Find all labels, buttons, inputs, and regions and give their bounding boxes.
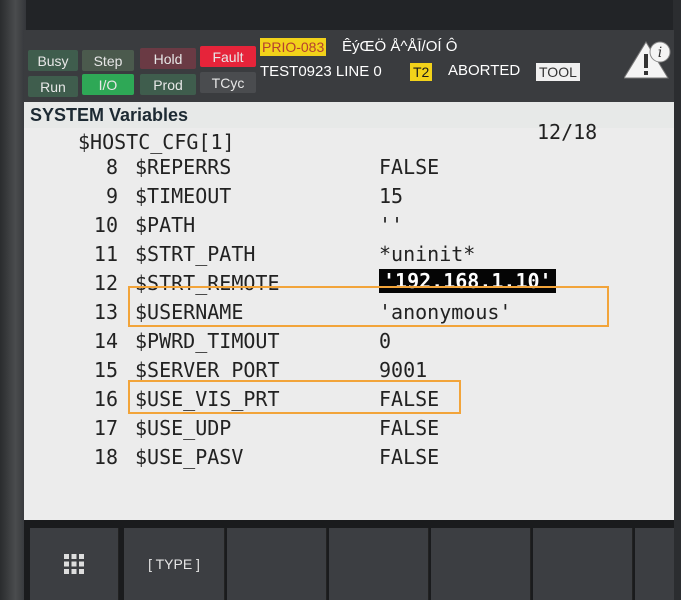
f3-button[interactable] [329,528,429,600]
variable-value[interactable]: FALSE [379,445,439,469]
highlight-box-strt-remote [128,286,609,327]
type-button[interactable]: [ TYPE ] [124,528,225,600]
variable-group-name: $HOSTC_CFG[1] [78,130,235,154]
f4-button[interactable] [431,528,531,600]
busy-indicator: Busy [28,50,78,71]
item-number: 11 [93,242,118,266]
step-indicator: Step [82,50,134,71]
tool-badge: TOOL [536,63,580,81]
page-indicator: 12/18 [537,120,598,144]
grid-icon [64,554,84,574]
highlight-box-server-port [128,380,461,414]
variable-list: $HOSTC_CFG[1] 12/18 8 $REPERRS FALSE 9 $… [24,120,674,520]
list-item[interactable]: 10 $PATH '' [24,210,674,239]
item-number: 15 [93,358,118,382]
fault-indicator: Fault [200,46,256,67]
garbled-status-text: ÊýŒÖ Å^ÅĪ/OÍ Ô [342,38,458,55]
program-state: ABORTED [448,62,521,79]
menu-grid-button[interactable] [30,528,119,600]
svg-text:i: i [658,45,662,61]
item-number: 13 [93,300,118,324]
warning-info-icon[interactable]: i [624,38,672,82]
item-number: 9 [105,184,118,208]
item-number: 14 [93,329,118,353]
list-item[interactable]: 17 $USE_UDP FALSE [24,413,674,442]
variable-value[interactable]: FALSE [379,416,439,440]
bezel-top [0,0,681,30]
item-number: 17 [93,416,118,440]
item-number: 12 [93,271,118,295]
variable-name: $TIMEOUT [135,184,232,208]
list-item[interactable]: 18 $USE_PASV FALSE [24,442,674,471]
list-item[interactable]: 11 $STRT_PATH *uninit* [24,239,674,268]
bezel-right [673,0,681,600]
item-number: 8 [105,155,118,179]
next-button[interactable] [635,528,674,600]
item-number: 18 [93,445,118,469]
type-button-label: [ TYPE ] [148,556,200,572]
variable-name: $PATH [135,213,196,237]
item-number: 10 [93,213,118,237]
tcyc-indicator: TCyc [200,72,256,93]
variable-value[interactable]: '' [379,213,403,237]
status-bar: Busy Step Hold Fault Run I/O Prod TCyc P… [24,30,674,102]
variable-name: $STRT_PATH [135,242,256,266]
hold-indicator: Hold [140,48,196,69]
variable-value[interactable]: *uninit* [379,242,475,266]
variable-value[interactable]: 15 [379,184,403,208]
variable-name: $USE_UDP [135,416,232,440]
io-indicator: I/O [82,74,134,95]
variable-value[interactable]: 9001 [379,358,427,382]
function-key-bar: [ TYPE ] [24,520,674,600]
variable-name: $PWRD_TIMOUT [135,329,280,353]
teach-pendant-screen: Busy Step Hold Fault Run I/O Prod TCyc P… [24,30,674,600]
list-item[interactable]: 9 $TIMEOUT 15 [24,181,674,210]
list-item[interactable]: 8 $REPERRS FALSE [24,152,674,181]
program-line: TEST0923 LINE 0 [260,63,382,80]
run-indicator: Run [28,76,78,97]
list-item[interactable]: 14 $PWRD_TIMOUT 0 [24,326,674,355]
page-title: SYSTEM Variables [30,105,189,125]
variable-value[interactable]: FALSE [379,155,439,179]
variable-name: $REPERRS [135,155,232,179]
variable-name: $USE_PASV [135,445,244,469]
item-number: 16 [93,387,118,411]
bezel-left [0,0,26,600]
prod-indicator: Prod [140,74,196,95]
f5-button[interactable] [533,528,633,600]
variable-name: $SERVER_PORT [135,358,280,382]
variable-value[interactable]: 0 [379,329,391,353]
mode-badge: T2 [410,63,433,81]
priority-badge: PRIO-083 [260,38,327,56]
f2-button[interactable] [227,528,327,600]
